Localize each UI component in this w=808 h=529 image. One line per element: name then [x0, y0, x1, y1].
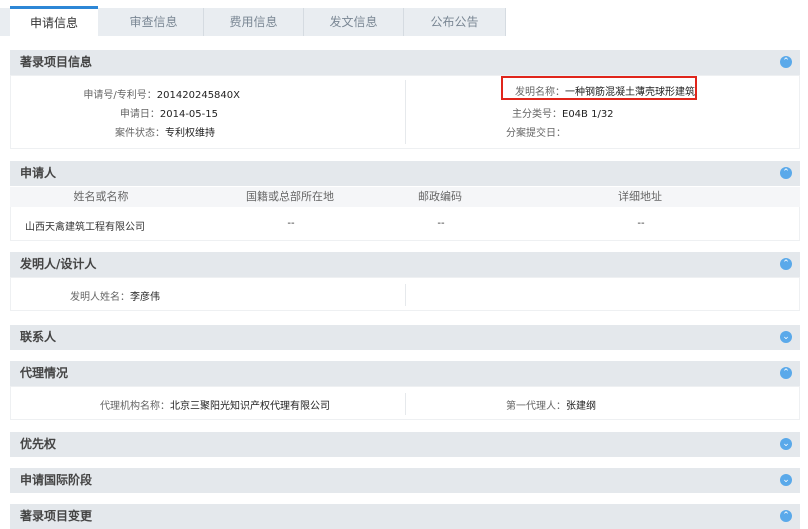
application-date: 申请日：2014-05-15 [60, 105, 218, 120]
section-header-inventor[interactable]: 发明人/设计人 ⌃ [10, 252, 800, 277]
field-label: 案件状态： [115, 128, 165, 139]
section-title: 发明人/设计人 [20, 257, 97, 271]
first-agent: 第一代理人：张建纲 [506, 397, 596, 412]
column-header: 国籍或总部所在地 [246, 190, 334, 203]
field-value: 北京三聚阳光知识产权代理有限公司 [170, 401, 330, 412]
section-title: 著录项目变更 [20, 509, 93, 523]
field-label: 第一代理人： [506, 401, 566, 412]
tab-fee-info[interactable]: 费用信息 [204, 8, 304, 36]
column-header: 姓名或名称 [73, 190, 129, 203]
column-header: 邮政编码 [418, 190, 462, 203]
applicant-table-header: 姓名或名称 国籍或总部所在地 邮政编码 详细地址 [10, 187, 800, 207]
field-value: 张建纲 [566, 401, 596, 412]
agency-organization: 代理机构名称：北京三聚阳光知识产权代理有限公司 [100, 397, 330, 412]
table-cell: -- [287, 218, 295, 229]
chevron-up-icon[interactable]: ⌃ [780, 367, 792, 379]
chevron-down-icon[interactable]: ⌄ [780, 331, 792, 343]
chevron-down-icon[interactable]: ⌄ [780, 474, 792, 486]
field-value: 李彦伟 [130, 292, 160, 303]
section-header-contact[interactable]: 联系人 ⌄ [10, 325, 800, 350]
application-number: 申请号/专利号：201420245840X [60, 86, 240, 101]
column-divider [405, 393, 406, 415]
column-header: 详细地址 [618, 190, 662, 203]
section-title: 联系人 [20, 330, 57, 344]
section-title: 申请国际阶段 [20, 473, 93, 487]
field-label: 申请号/专利号： [83, 90, 157, 101]
divisional-submission-date: 分案提交日： [506, 124, 566, 139]
tab-examination-info[interactable]: 审查信息 [104, 8, 204, 36]
table-cell: -- [637, 218, 645, 229]
section-header-applicant[interactable]: 申请人 ⌃ [10, 161, 800, 186]
field-label: 代理机构名称： [100, 401, 170, 412]
field-value: 2014-05-15 [159, 109, 218, 120]
field-label: 发明人姓名： [70, 292, 130, 303]
chevron-up-icon[interactable]: ⌃ [780, 56, 792, 68]
section-header-international-stage[interactable]: 申请国际阶段 ⌄ [10, 468, 800, 493]
field-label: 发明名称： [515, 87, 565, 98]
applicant-table-row: 山西天禽建筑工程有限公司 -- -- -- [10, 207, 800, 241]
chevron-down-icon[interactable]: ⌄ [780, 438, 792, 450]
invention-name: 发明名称：一种钢筋混凝土薄壳球形建筑 [515, 83, 695, 98]
field-value: 201420245840X [156, 90, 240, 101]
section-header-priority[interactable]: 优先权 ⌄ [10, 432, 800, 457]
section-title: 申请人 [20, 166, 57, 180]
chevron-up-icon[interactable]: ⌃ [780, 167, 792, 179]
section-title: 优先权 [20, 437, 57, 451]
section-header-bibliographic-change[interactable]: 著录项目变更 ⌃ [10, 504, 800, 529]
chevron-up-icon[interactable]: ⌃ [780, 258, 792, 270]
tab-dispatch-info[interactable]: 发文信息 [304, 8, 404, 36]
section-title: 代理情况 [20, 366, 69, 380]
tab-application-info[interactable]: 申请信息 [10, 6, 98, 38]
table-cell: 山西天禽建筑工程有限公司 [25, 222, 145, 233]
section-title: 著录项目信息 [20, 55, 93, 69]
field-value: E04B 1/32 [562, 109, 614, 120]
column-divider [405, 80, 406, 144]
main-classification: 主分类号：E04B 1/32 [512, 105, 614, 120]
field-value: 专利权维持 [165, 128, 215, 139]
section-header-bibliographic[interactable]: 著录项目信息 ⌃ [10, 50, 800, 75]
field-label: 申请日： [119, 109, 160, 120]
chevron-up-icon[interactable]: ⌃ [780, 510, 792, 522]
tab-bar: 申请信息 审查信息 费用信息 发文信息 公布公告 [0, 0, 808, 38]
field-value: 一种钢筋混凝土薄壳球形建筑 [565, 87, 695, 98]
inventor-name: 发明人姓名：李彦伟 [70, 288, 160, 303]
table-cell: -- [437, 218, 445, 229]
case-status: 案件状态：专利权维持 [60, 124, 215, 139]
tab-publication-notice[interactable]: 公布公告 [404, 8, 506, 36]
section-header-agency[interactable]: 代理情况 ⌃ [10, 361, 800, 386]
field-label: 主分类号： [512, 109, 562, 120]
field-label: 分案提交日： [506, 128, 566, 139]
column-divider [405, 284, 406, 306]
